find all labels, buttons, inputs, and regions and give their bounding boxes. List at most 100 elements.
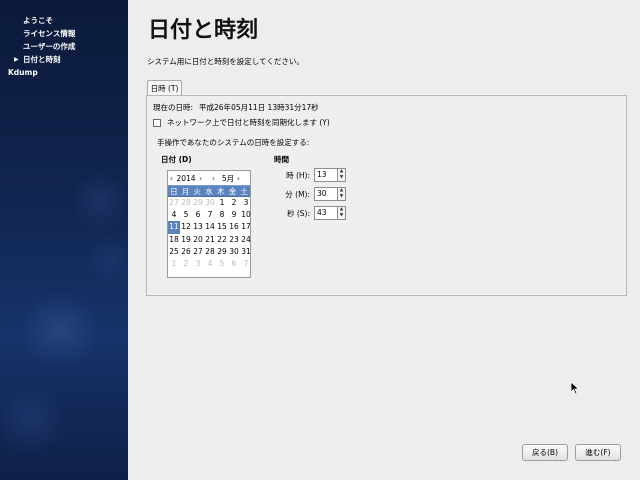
- current-time-value: 平成26年05月11日 13時31分17秒: [199, 103, 319, 112]
- weekday-header: 金: [228, 187, 237, 196]
- chevron-down-icon[interactable]: ▼: [338, 175, 345, 181]
- calendar-day[interactable]: 4: [168, 209, 180, 221]
- second-input[interactable]: 43: [314, 206, 338, 220]
- second-row: 秒 (S): 43 ▲ ▼: [280, 206, 346, 220]
- calendar-day[interactable]: 29: [216, 246, 228, 258]
- calendar-day[interactable]: 28: [180, 197, 192, 209]
- minute-row: 分 (M): 30 ▲ ▼: [280, 187, 346, 201]
- current-time-label: 現在の日時:: [153, 103, 194, 112]
- calendar-weekdays: 日 月 火 水 木 金 土: [168, 185, 250, 197]
- minute-stepper[interactable]: ▲ ▼: [338, 187, 346, 201]
- calendar-day[interactable]: 7: [204, 209, 216, 221]
- calendar-day[interactable]: 22: [216, 234, 228, 246]
- calendar-day[interactable]: 8: [216, 209, 228, 221]
- sidebar-steps: ようこそ ライセンス情報 ユーザーの作成 ▶ 日付と時刻 Kdump: [0, 0, 128, 79]
- calendar-day[interactable]: 5: [180, 209, 192, 221]
- date-time-panel: 現在の日時: 平成26年05月11日 13時31分17秒 ネットワーク上で日付と時…: [146, 95, 627, 296]
- calendar-day[interactable]: 28: [204, 246, 216, 258]
- hour-label: 時 (H):: [286, 170, 310, 180]
- second-stepper[interactable]: ▲ ▼: [338, 206, 346, 220]
- weekday-header: 土: [240, 187, 248, 196]
- prev-year-button[interactable]: ‹: [168, 174, 175, 183]
- calendar-day[interactable]: 6: [192, 209, 204, 221]
- calendar-day[interactable]: 12: [180, 221, 192, 233]
- calendar-day[interactable]: 24: [240, 234, 252, 246]
- hour-input[interactable]: 13: [314, 168, 338, 182]
- calendar-day[interactable]: 31: [240, 246, 252, 258]
- calendar-day[interactable]: 29: [192, 197, 204, 209]
- calendar-day[interactable]: 2: [228, 197, 240, 209]
- calendar-day[interactable]: 6: [228, 258, 240, 270]
- calendar: ‹ 2014 › ‹ 5月 › 日 月 火 水 木 金 土 27 28 29 30 1 2…: [167, 170, 251, 278]
- sidebar-item-license: ライセンス情報: [0, 27, 128, 40]
- calendar-day[interactable]: 5: [216, 258, 228, 270]
- mouse-pointer-icon: [570, 381, 580, 395]
- sidebar-item-label: Kdump: [8, 68, 38, 77]
- back-button[interactable]: 戻る(B): [522, 444, 568, 461]
- minute-input[interactable]: 30: [314, 187, 338, 201]
- main-content: 日付と時刻 システム用に日付と時刻を設定してください。 日時 (T) 現在の日時…: [128, 0, 640, 480]
- calendar-day[interactable]: 7: [240, 258, 252, 270]
- calendar-day[interactable]: 13: [192, 221, 204, 233]
- calendar-day[interactable]: 25: [168, 246, 180, 258]
- sidebar-item-create-user: ユーザーの作成: [0, 40, 128, 53]
- calendar-day[interactable]: 4: [204, 258, 216, 270]
- sidebar-item-label: ユーザーの作成: [23, 42, 76, 51]
- weekday-header: 日: [170, 187, 178, 196]
- weekday-header: 木: [216, 187, 225, 196]
- ntp-sync-label[interactable]: ネットワーク上で日付と時刻を同期化します (Y): [167, 117, 330, 128]
- calendar-day[interactable]: 18: [168, 234, 180, 246]
- calendar-day[interactable]: 19: [180, 234, 192, 246]
- calendar-day[interactable]: 3: [192, 258, 204, 270]
- calendar-day[interactable]: 3: [240, 197, 252, 209]
- sidebar: ようこそ ライセンス情報 ユーザーの作成 ▶ 日付と時刻 Kdump: [0, 0, 128, 480]
- second-label: 秒 (S):: [286, 208, 310, 218]
- weekday-header: 火: [193, 187, 202, 196]
- next-button[interactable]: 進む(F): [575, 444, 621, 461]
- calendar-day[interactable]: 1: [216, 197, 228, 209]
- calendar-day[interactable]: 30: [204, 197, 216, 209]
- calendar-grid: 27 28 29 30 1 2 3 4 5 6 7 8 9 10 11 12 13 14 15 16 17 18 19 20 2…: [168, 197, 252, 270]
- weekday-header: 水: [205, 187, 213, 196]
- sidebar-item-label: ようこそ: [23, 16, 53, 25]
- chevron-down-icon[interactable]: ▼: [338, 213, 345, 219]
- calendar-day[interactable]: 21: [204, 234, 216, 246]
- calendar-day[interactable]: 27: [192, 246, 204, 258]
- tab-date-time[interactable]: 日時 (T): [147, 80, 182, 96]
- page-title: 日付と時刻: [148, 18, 259, 43]
- calendar-day[interactable]: 26: [180, 246, 192, 258]
- calendar-day[interactable]: 9: [228, 209, 240, 221]
- calendar-month: 5月: [221, 173, 235, 183]
- current-time-row: 現在の日時: 平成26年05月11日 13時31分17秒: [153, 102, 319, 113]
- calendar-day[interactable]: 10: [240, 209, 252, 221]
- calendar-day[interactable]: 16: [228, 221, 240, 233]
- calendar-nav: ‹ 2014 › ‹ 5月 ›: [168, 171, 250, 185]
- hour-stepper[interactable]: ▲ ▼: [338, 168, 346, 182]
- calendar-day[interactable]: 20: [192, 234, 204, 246]
- date-header: 日付 (D): [161, 155, 192, 164]
- next-month-button[interactable]: ›: [235, 174, 242, 183]
- page-subtitle: システム用に日付と時刻を設定してください。: [147, 57, 304, 66]
- hour-row: 時 (H): 13 ▲ ▼: [280, 168, 346, 182]
- calendar-day[interactable]: 27: [168, 197, 180, 209]
- prev-month-button[interactable]: ‹: [210, 174, 217, 183]
- calendar-day[interactable]: 1: [168, 258, 180, 270]
- ntp-sync-row[interactable]: ネットワーク上で日付と時刻を同期化します (Y): [153, 117, 330, 128]
- calendar-day[interactable]: 2: [180, 258, 192, 270]
- calendar-day[interactable]: 17: [240, 221, 252, 233]
- sidebar-item-kdump: Kdump: [0, 66, 128, 79]
- manual-set-label: 手操作であなたのシステムの日時を設定する:: [157, 138, 310, 147]
- time-header: 時間: [274, 155, 289, 164]
- ntp-sync-checkbox[interactable]: [153, 118, 161, 127]
- sidebar-item-date-time: ▶ 日付と時刻: [0, 53, 128, 66]
- chevron-down-icon[interactable]: ▼: [338, 194, 345, 200]
- sidebar-item-label: 日付と時刻: [23, 55, 61, 64]
- calendar-year: 2014: [176, 173, 196, 183]
- calendar-day[interactable]: 23: [228, 234, 240, 246]
- calendar-day[interactable]: 11: [168, 221, 180, 234]
- calendar-day[interactable]: 15: [216, 221, 228, 233]
- next-year-button[interactable]: ›: [197, 174, 204, 183]
- calendar-day[interactable]: 14: [204, 221, 216, 233]
- sidebar-item-label: ライセンス情報: [23, 29, 76, 38]
- calendar-day[interactable]: 30: [228, 246, 240, 258]
